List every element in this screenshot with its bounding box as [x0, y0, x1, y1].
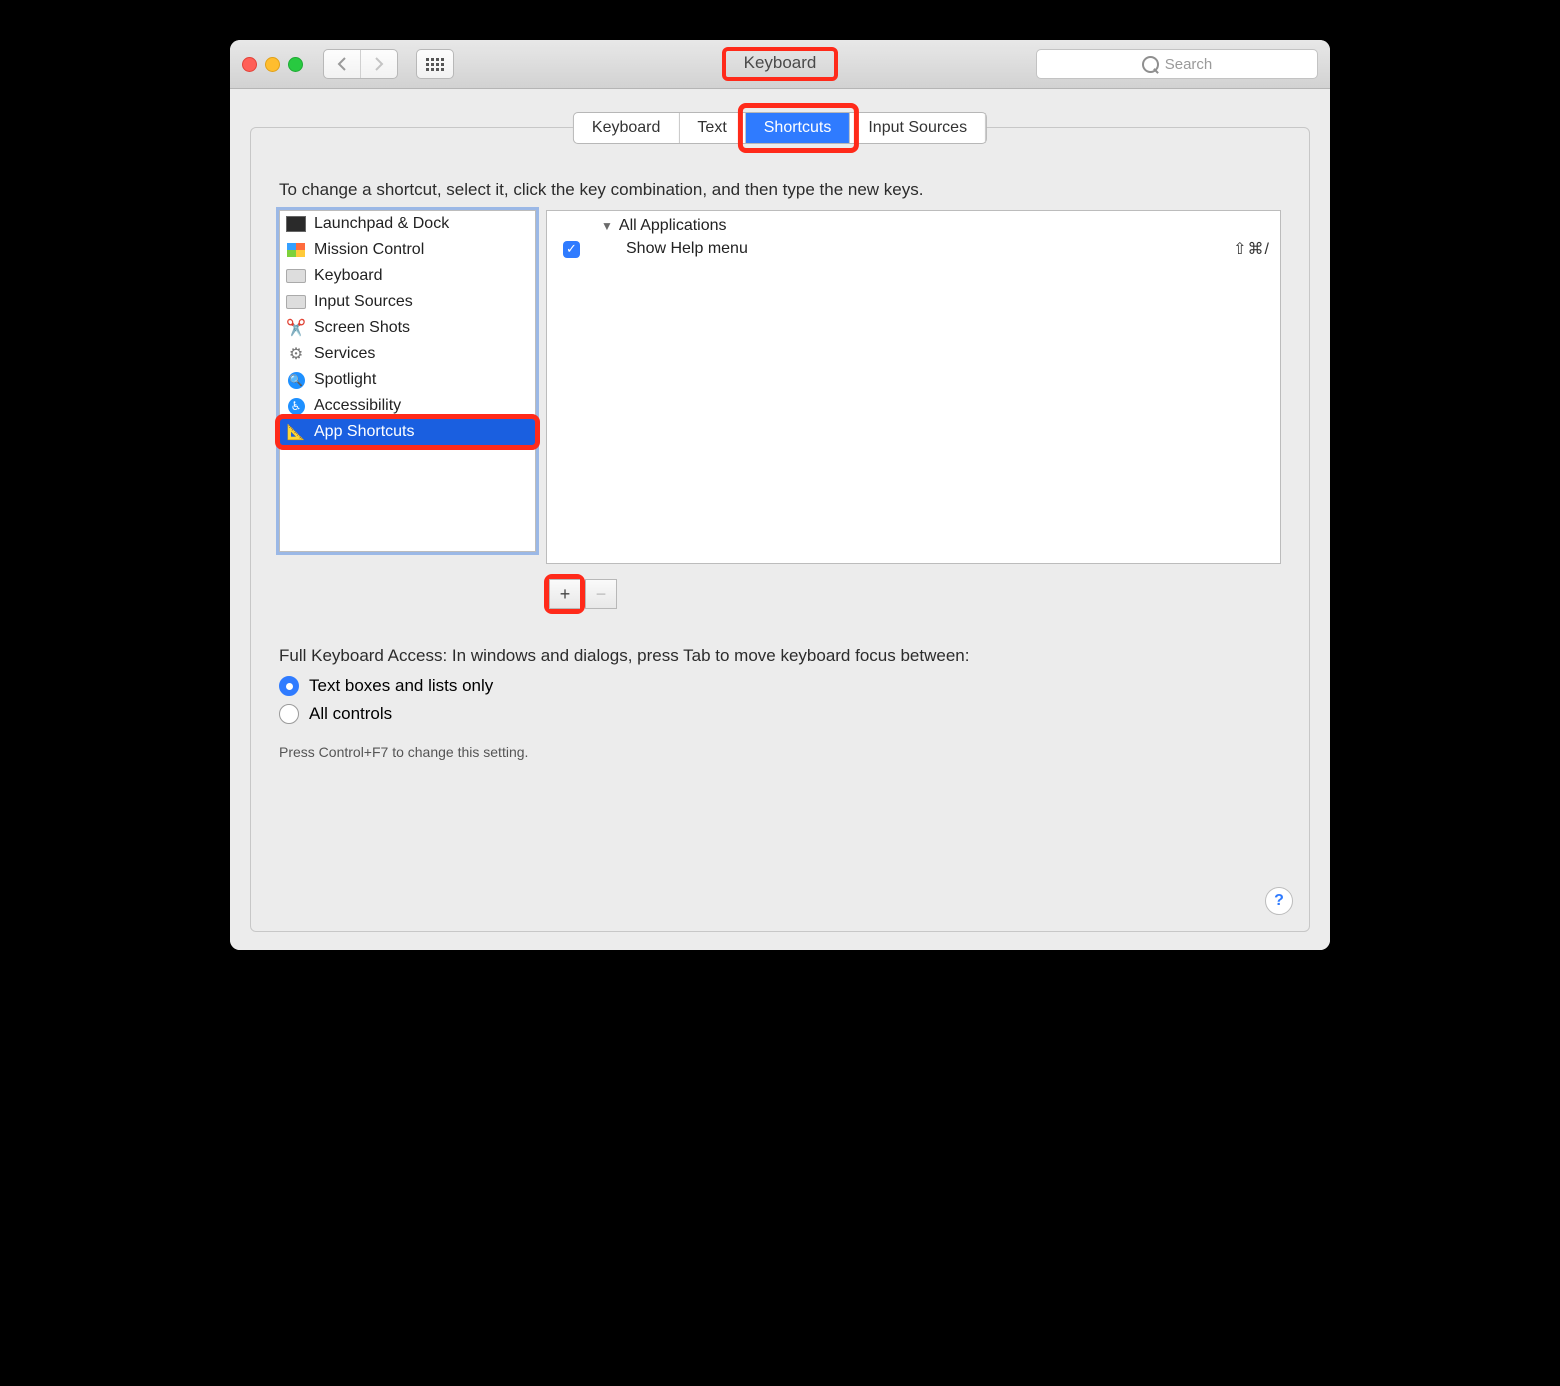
tab-bar: Keyboard Text Shortcuts Input Sources: [573, 112, 987, 144]
category-launchpad-dock[interactable]: Launchpad & Dock: [280, 211, 535, 237]
disclosure-triangle-icon[interactable]: ▼: [601, 219, 613, 233]
category-mission-control[interactable]: Mission Control: [280, 237, 535, 263]
group-all-applications[interactable]: ▼ All Applications: [601, 217, 1270, 235]
zoom-window-button[interactable]: [288, 57, 303, 72]
highlight-app-shortcuts: [275, 414, 540, 450]
category-keyboard[interactable]: Keyboard: [280, 263, 535, 289]
gear-icon: ⚙: [286, 344, 306, 364]
category-label: Services: [314, 345, 375, 363]
traffic-lights: [242, 57, 303, 72]
search-placeholder: Search: [1165, 56, 1213, 73]
plus-icon: +: [560, 584, 571, 605]
radio-icon: [279, 676, 299, 696]
radio-text-boxes-only[interactable]: Text boxes and lists only: [279, 676, 1281, 696]
keyboard-icon: [286, 292, 306, 312]
group-label: All Applications: [619, 217, 727, 235]
mission-control-icon: [286, 240, 306, 260]
category-label: Keyboard: [314, 267, 383, 285]
chevron-left-icon: [337, 57, 347, 71]
category-label: Launchpad & Dock: [314, 215, 449, 233]
panes: Launchpad & Dock Mission Control Keyboard I…: [279, 210, 1281, 564]
full-keyboard-access-hint: Press Control+F7 to change this setting.: [279, 744, 1281, 760]
minus-icon: −: [596, 584, 607, 605]
full-keyboard-access-label: Full Keyboard Access: In windows and dia…: [279, 646, 1281, 666]
window-body: Keyboard Text Shortcuts Input Sources To…: [230, 89, 1330, 950]
tab-input-sources[interactable]: Input Sources: [850, 113, 986, 143]
category-input-sources[interactable]: Input Sources: [280, 289, 535, 315]
shortcut-row[interactable]: ✓ Show Help menu ⇧⌘/: [557, 239, 1270, 259]
help-icon: ?: [1274, 892, 1284, 910]
chevron-right-icon: [374, 57, 384, 71]
shortcut-keys[interactable]: ⇧⌘/: [1233, 239, 1270, 259]
remove-shortcut-button[interactable]: −: [585, 579, 617, 609]
forward-button[interactable]: [361, 50, 397, 78]
grid-icon: [426, 58, 444, 71]
shortcut-detail-list[interactable]: ▼ All Applications ✓ Show Help menu ⇧⌘/: [546, 210, 1281, 564]
tab-text[interactable]: Text: [679, 113, 745, 143]
radio-label: Text boxes and lists only: [309, 676, 493, 696]
category-label: Screen Shots: [314, 319, 410, 337]
highlight-add-button: +: [544, 574, 585, 614]
category-label: Mission Control: [314, 241, 424, 259]
help-button[interactable]: ?: [1265, 887, 1293, 915]
spotlight-icon: 🔍: [286, 370, 306, 390]
minimize-window-button[interactable]: [265, 57, 280, 72]
full-keyboard-access-options: Text boxes and lists only All controls: [279, 676, 1281, 724]
category-label: Spotlight: [314, 371, 376, 389]
category-list[interactable]: Launchpad & Dock Mission Control Keyboard I…: [279, 210, 536, 552]
highlight-shortcuts-tab: [738, 103, 859, 153]
show-all-button[interactable]: [416, 49, 454, 79]
accessibility-icon: ♿︎: [286, 396, 306, 416]
add-remove-bar: + −: [544, 574, 1281, 614]
window-title: Keyboard: [722, 47, 839, 81]
titlebar: Keyboard Search: [230, 40, 1330, 89]
search-wrap: Search: [1036, 49, 1318, 79]
search-icon: [1142, 56, 1159, 73]
category-spotlight[interactable]: 🔍 Spotlight: [280, 367, 535, 393]
launchpad-icon: [286, 214, 306, 234]
tab-keyboard[interactable]: Keyboard: [574, 113, 680, 143]
checkbox-enabled[interactable]: ✓: [563, 241, 580, 258]
category-label: Input Sources: [314, 293, 413, 311]
category-services[interactable]: ⚙ Services: [280, 341, 535, 367]
nav-back-forward: [323, 49, 398, 79]
screen-shots-icon: ✂️: [286, 318, 306, 338]
content-pane: Keyboard Text Shortcuts Input Sources To…: [250, 127, 1310, 932]
instructions-text: To change a shortcut, select it, click t…: [279, 180, 1281, 200]
add-shortcut-button[interactable]: +: [549, 579, 580, 609]
back-button[interactable]: [324, 50, 361, 78]
category-label: Accessibility: [314, 397, 401, 415]
close-window-button[interactable]: [242, 57, 257, 72]
preferences-window: Keyboard Search Keyboard Text Shortcuts …: [230, 40, 1330, 950]
radio-all-controls[interactable]: All controls: [279, 704, 1281, 724]
search-input[interactable]: Search: [1036, 49, 1318, 79]
shortcut-label: Show Help menu: [626, 240, 748, 258]
keyboard-icon: [286, 266, 306, 286]
category-screen-shots[interactable]: ✂️ Screen Shots: [280, 315, 535, 341]
radio-icon: [279, 704, 299, 724]
radio-label: All controls: [309, 704, 392, 724]
